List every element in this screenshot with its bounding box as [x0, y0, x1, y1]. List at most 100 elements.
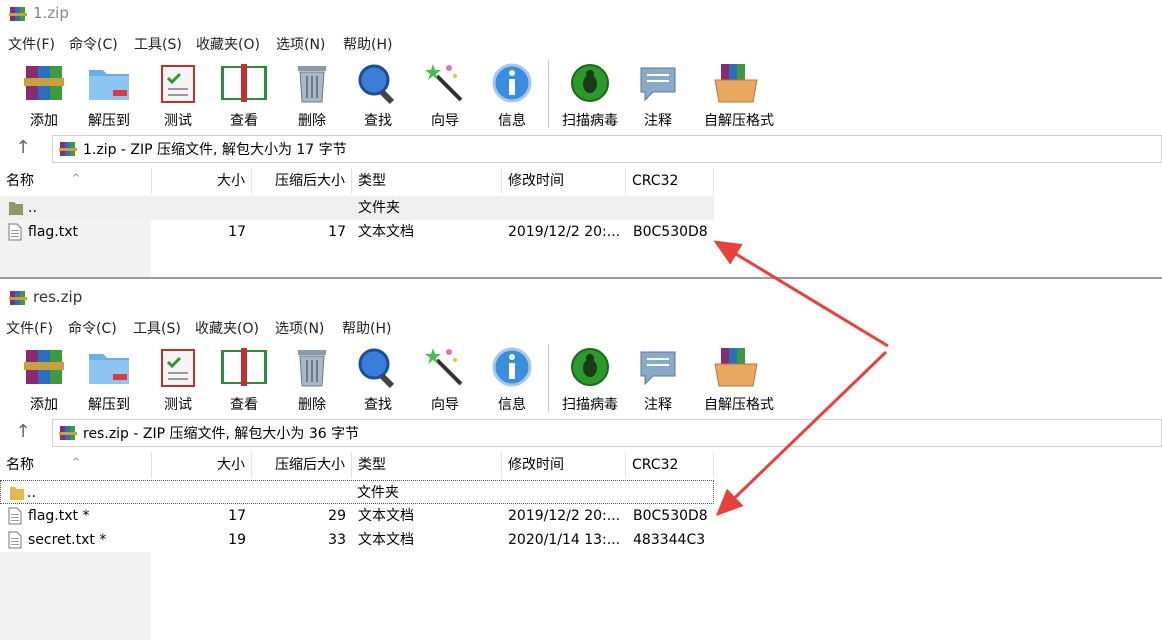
magic-wand-icon	[425, 64, 463, 102]
virus-scan-icon	[571, 348, 609, 386]
open-book-icon	[221, 64, 267, 102]
title-bar: res.zip	[0, 284, 1162, 312]
magic-wand-icon	[425, 348, 463, 386]
col-type[interactable]: 类型	[352, 168, 502, 194]
menu-bar: 文件(F) 命令(C) 工具(S) 收藏夹(O) 选项(N) 帮助(H)	[0, 34, 1162, 56]
winrar-icon	[59, 426, 77, 440]
view-button[interactable]: 查看	[212, 346, 276, 416]
find-button[interactable]: 查找	[346, 62, 410, 132]
menu-command[interactable]: 命令(C)	[68, 318, 117, 338]
toolbar: 添加 解压到 测试 查看 删除 查找 向导 信息 扫描病毒 注释 自解压格式	[0, 340, 1162, 416]
window-reszip: res.zip 文件(F) 命令(C) 工具(S) 收藏夹(O) 选项(N) 帮…	[0, 284, 1162, 640]
col-name[interactable]: 名称 ^	[0, 168, 152, 194]
window-divider	[0, 277, 1162, 279]
scan-virus-button[interactable]: 扫描病毒	[558, 62, 622, 132]
checklist-icon	[161, 349, 195, 387]
menu-help[interactable]: 帮助(H)	[342, 318, 391, 338]
wizard-button[interactable]: 向导	[413, 346, 477, 416]
text-file-icon	[8, 507, 22, 525]
extract-to-button[interactable]: 解压到	[77, 62, 141, 132]
address-bar: ↑ 1.zip - ZIP 压缩文件, 解包大小为 17 字节	[0, 134, 1162, 164]
winrar-icon	[9, 291, 27, 305]
sfx-button[interactable]: 自解压格式	[704, 346, 774, 416]
trash-icon	[298, 66, 326, 103]
col-crc32[interactable]: CRC32	[626, 452, 714, 478]
menu-options[interactable]: 选项(N)	[275, 318, 324, 338]
col-modified[interactable]: 修改时间	[502, 168, 626, 194]
folder-extract-icon	[89, 354, 129, 384]
menu-command[interactable]: 命令(C)	[69, 34, 118, 54]
books-icon	[24, 350, 64, 384]
folder-icon	[9, 202, 23, 215]
find-button[interactable]: 查找	[346, 346, 410, 416]
col-type[interactable]: 类型	[352, 452, 502, 478]
menu-bar: 文件(F) 命令(C) 工具(S) 收藏夹(O) 选项(N) 帮助(H)	[0, 318, 1162, 340]
parent-folder-row[interactable]: .. 文件夹	[0, 480, 714, 504]
extract-to-button[interactable]: 解压到	[77, 346, 141, 416]
address-bar: ↑ res.zip - ZIP 压缩文件, 解包大小为 36 字节	[0, 418, 1162, 448]
add-button[interactable]: 添加	[12, 62, 76, 132]
table-row[interactable]: flag.txt 17 17 文本文档 2019/12/2 20:... B0C…	[0, 220, 714, 244]
toolbar-separator	[548, 60, 549, 128]
menu-tools[interactable]: 工具(S)	[133, 318, 181, 338]
menu-favorites[interactable]: 收藏夹(O)	[196, 34, 260, 54]
add-button[interactable]: 添加	[12, 346, 76, 416]
crc-value: 483344C3	[633, 532, 706, 548]
table-row[interactable]: flag.txt * 17 29 文本文档 2019/12/2 20:... B…	[0, 504, 714, 528]
address-field[interactable]: 1.zip - ZIP 压缩文件, 解包大小为 17 字节	[52, 135, 1162, 163]
menu-file[interactable]: 文件(F)	[8, 34, 55, 54]
winrar-icon	[9, 7, 27, 21]
scan-virus-button[interactable]: 扫描病毒	[558, 346, 622, 416]
comment-icon	[640, 351, 676, 386]
sfx-button[interactable]: 自解压格式	[704, 62, 774, 132]
info-button[interactable]: 信息	[480, 62, 544, 132]
menu-tools[interactable]: 工具(S)	[134, 34, 182, 54]
menu-file[interactable]: 文件(F)	[6, 318, 53, 338]
sort-caret-icon: ^	[72, 457, 81, 468]
folder-icon	[10, 487, 24, 500]
window-title: res.zip	[33, 288, 83, 306]
col-packed[interactable]: 压缩后大小	[252, 168, 352, 194]
text-file-icon	[8, 223, 22, 241]
menu-options[interactable]: 选项(N)	[276, 34, 325, 54]
info-icon	[492, 63, 532, 103]
col-packed[interactable]: 压缩后大小	[252, 452, 352, 478]
parent-folder-row[interactable]: .. 文件夹	[0, 196, 714, 220]
address-text: 1.zip - ZIP 压缩文件, 解包大小为 17 字节	[83, 142, 347, 158]
delete-button[interactable]: 删除	[280, 62, 344, 132]
up-arrow-icon[interactable]: ↑	[12, 421, 34, 443]
comment-button[interactable]: 注释	[626, 346, 690, 416]
comment-icon	[640, 67, 676, 102]
table-row[interactable]: secret.txt * 19 33 文本文档 2020/1/14 13:...…	[0, 528, 714, 552]
sfx-box-icon	[714, 64, 758, 103]
col-name[interactable]: 名称 ^	[0, 452, 152, 478]
view-button[interactable]: 查看	[212, 62, 276, 132]
toolbar-separator	[548, 344, 549, 412]
comment-button[interactable]: 注释	[626, 62, 690, 132]
col-size[interactable]: 大小	[152, 168, 252, 194]
delete-button[interactable]: 删除	[280, 346, 344, 416]
address-field[interactable]: res.zip - ZIP 压缩文件, 解包大小为 36 字节	[52, 419, 1162, 447]
window-title: 1.zip	[33, 4, 69, 22]
sfx-box-icon	[714, 348, 758, 387]
trash-icon	[298, 350, 326, 387]
window-1zip: 1.zip 文件(F) 命令(C) 工具(S) 收藏夹(O) 选项(N) 帮助(…	[0, 0, 1162, 278]
virus-scan-icon	[571, 64, 609, 102]
up-arrow-icon[interactable]: ↑	[12, 137, 34, 159]
test-button[interactable]: 测试	[146, 346, 210, 416]
menu-favorites[interactable]: 收藏夹(O)	[195, 318, 259, 338]
col-crc32[interactable]: CRC32	[626, 168, 714, 194]
col-size[interactable]: 大小	[152, 452, 252, 478]
crc-value: B0C530D8	[633, 508, 708, 524]
open-book-icon	[221, 348, 267, 386]
toolbar: 添加 解压到 测试 查看 删除 查找 向导 信息 扫描病毒 注释 自解压格式	[0, 56, 1162, 132]
address-text: res.zip - ZIP 压缩文件, 解包大小为 36 字节	[83, 426, 360, 442]
info-button[interactable]: 信息	[480, 346, 544, 416]
test-button[interactable]: 测试	[146, 62, 210, 132]
info-icon	[492, 347, 532, 387]
empty-area	[0, 552, 151, 640]
menu-help[interactable]: 帮助(H)	[343, 34, 392, 54]
col-modified[interactable]: 修改时间	[502, 452, 626, 478]
sort-caret-icon: ^	[72, 173, 81, 184]
wizard-button[interactable]: 向导	[413, 62, 477, 132]
